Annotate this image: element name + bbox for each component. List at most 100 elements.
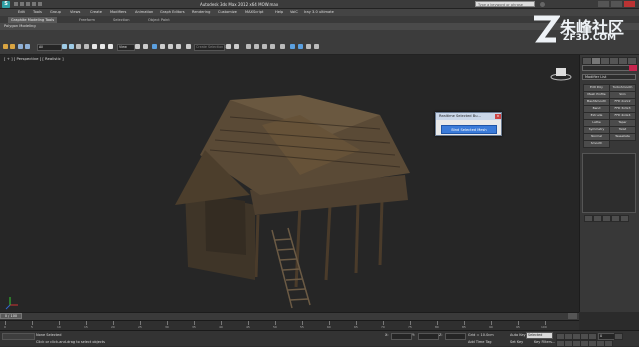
minimize-icon[interactable] (598, 1, 609, 7)
schematic-view-icon[interactable] (270, 44, 275, 49)
modifier-stack[interactable] (582, 153, 636, 213)
tick-label: 75 (408, 325, 412, 329)
app-logo-icon[interactable]: S (2, 1, 10, 8)
time-config-icon[interactable] (614, 333, 623, 340)
new-file-icon[interactable] (14, 2, 18, 6)
tick-label: 15 (84, 325, 88, 329)
select-object-icon[interactable] (62, 44, 67, 49)
edit-named-sets-icon[interactable] (186, 44, 191, 49)
undo-icon[interactable] (3, 44, 8, 49)
menu-group[interactable]: Group (50, 10, 61, 14)
menu-create[interactable]: Create (90, 10, 102, 14)
curve-editor-icon[interactable] (262, 44, 267, 49)
redo-icon[interactable] (38, 2, 42, 6)
layer-manager-icon[interactable] (246, 44, 251, 49)
rendered-frame-icon[interactable] (298, 44, 303, 49)
go-to-end-icon[interactable] (588, 333, 597, 340)
hut-model-scene[interactable] (0, 55, 579, 312)
angle-snap-icon[interactable] (160, 44, 165, 49)
unlink-icon[interactable] (25, 44, 30, 49)
set-key-label: Set Key (510, 340, 524, 344)
save-file-icon[interactable] (26, 2, 30, 6)
window-crossing-icon[interactable] (84, 44, 89, 49)
search-input[interactable]: Type a keyword or phrase (475, 1, 535, 7)
show-end-result-icon[interactable] (593, 215, 602, 222)
maximize-icon[interactable] (611, 1, 622, 7)
close-icon[interactable]: × (495, 114, 501, 119)
menu-iray[interactable]: Iray 3.0 ultimate (304, 10, 334, 14)
mirror-icon[interactable] (226, 44, 231, 49)
menu-edit[interactable]: Edit (18, 10, 25, 14)
y-coordinate-field[interactable] (418, 333, 439, 340)
modifier-button[interactable]: Smooth (583, 140, 610, 148)
render-setup-icon[interactable] (290, 44, 295, 49)
open-file-icon[interactable] (20, 2, 24, 6)
scale-icon[interactable] (108, 44, 113, 49)
bind-selected-mesh-button[interactable]: Bind Selected Mesh (441, 125, 497, 134)
menu-rendering[interactable]: Rendering (192, 10, 210, 14)
tick-label: 60 (327, 325, 331, 329)
selected-dropdown[interactable]: Selected (526, 332, 553, 339)
next-frame-arrow-icon[interactable] (568, 313, 577, 319)
move-icon[interactable] (92, 44, 97, 49)
reference-coord-dropdown[interactable]: View (117, 44, 135, 51)
maxscript-listener-field[interactable] (2, 333, 35, 340)
auto-key-label: Auto Key (510, 333, 526, 337)
watermark-url: ZF3D.COM (563, 33, 617, 43)
x-coordinate-field[interactable] (391, 333, 412, 340)
remove-modifier-icon[interactable] (611, 215, 620, 222)
viewport-label[interactable]: [ + ] [ Perspective ] [ Realistic ] (4, 56, 64, 61)
ribbon-panel-label: Polygon Modeling (4, 24, 36, 28)
tick-label: 45 (246, 325, 250, 329)
dialog-title: Realtime Selected Bu... (436, 113, 501, 120)
pin-stack-icon[interactable] (584, 215, 593, 222)
track-bar[interactable]: 0 5 10 15 20 25 30 35 40 45 50 55 60 65 … (0, 320, 579, 330)
align-icon[interactable] (234, 44, 239, 49)
window-controls (598, 1, 636, 8)
time-slider-track[interactable] (0, 312, 579, 320)
menu-views[interactable]: Views (70, 10, 80, 14)
time-slider[interactable]: 0 / 100 (0, 313, 22, 319)
window-title: Autodesk 3ds Max 2012 x64 MOW.max (200, 2, 279, 7)
menu-modifiers[interactable]: Modifiers (110, 10, 126, 14)
rotate-icon[interactable] (100, 44, 105, 49)
object-name-field[interactable] (582, 65, 634, 71)
key-filters-button[interactable]: Key Filters... (534, 340, 555, 344)
named-selection-set-field[interactable]: Create Selection Se (194, 44, 228, 51)
modifier-button[interactable]: Tessellate (609, 133, 636, 141)
object-color-swatch[interactable] (629, 65, 637, 71)
redo-icon[interactable] (10, 44, 15, 49)
perspective-viewport[interactable] (0, 55, 579, 312)
rect-selection-icon[interactable] (76, 44, 81, 49)
menu-animation[interactable]: Animation (135, 10, 153, 14)
current-frame-field[interactable]: 0 (598, 333, 615, 340)
menu-maxscript[interactable]: MAXScript (245, 10, 263, 14)
material-editor-icon[interactable] (280, 44, 285, 49)
selection-filter-dropdown[interactable]: All (37, 44, 62, 51)
menu-tools[interactable]: Tools (33, 10, 42, 14)
make-unique-icon[interactable] (602, 215, 611, 222)
z-coordinate-field[interactable] (445, 333, 466, 340)
menu-voic[interactable]: VoiC (290, 10, 298, 14)
percent-snap-icon[interactable] (168, 44, 173, 49)
menu-graph-editors[interactable]: Graph Editors (160, 10, 185, 14)
add-time-tag[interactable]: Add Time Tag (468, 340, 492, 344)
render-iterative-icon[interactable] (314, 44, 319, 49)
search-icon[interactable] (540, 2, 545, 7)
select-manipulate-icon[interactable] (143, 44, 148, 49)
snap-toggle-icon[interactable] (152, 44, 157, 49)
utilities-tab-icon[interactable] (627, 57, 637, 65)
spinner-snap-icon[interactable] (176, 44, 181, 49)
modifier-list-dropdown[interactable]: Modifier List (582, 74, 636, 80)
menu-help[interactable]: Help (275, 10, 283, 14)
configure-sets-icon[interactable] (620, 215, 629, 222)
graphite-toggle-icon[interactable] (254, 44, 259, 49)
render-production-icon[interactable] (306, 44, 311, 49)
select-by-name-icon[interactable] (69, 44, 74, 49)
link-icon[interactable] (18, 44, 23, 49)
undo-icon[interactable] (32, 2, 36, 6)
pivot-center-icon[interactable] (135, 44, 140, 49)
close-window-icon[interactable] (624, 1, 635, 7)
status-prompt: Click or click-and-drag to select object… (36, 340, 105, 344)
menu-customize[interactable]: Customize (218, 10, 237, 14)
